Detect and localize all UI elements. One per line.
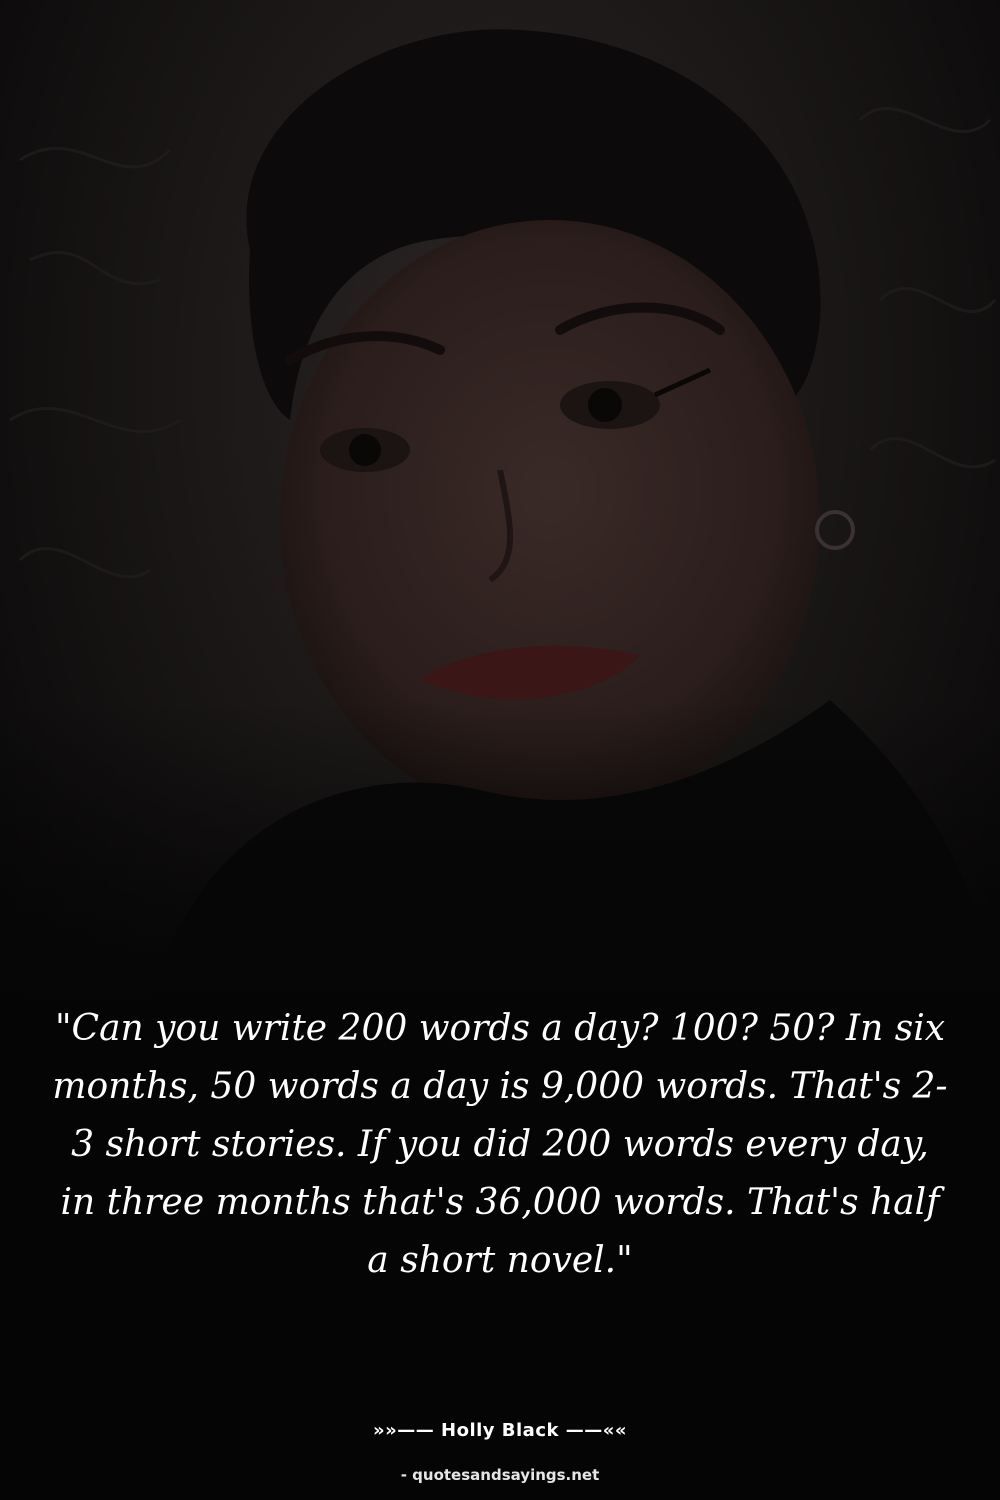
quote-card: "Can you write 200 words a day? 100? 50?… [0, 0, 1000, 1500]
author-attribution: »»—— Holly Black ——«« [373, 1420, 627, 1441]
site-credit: - quotesandsayings.net [400, 1466, 600, 1484]
quote-text: "Can you write 200 words a day? 100? 50?… [52, 1008, 948, 1281]
